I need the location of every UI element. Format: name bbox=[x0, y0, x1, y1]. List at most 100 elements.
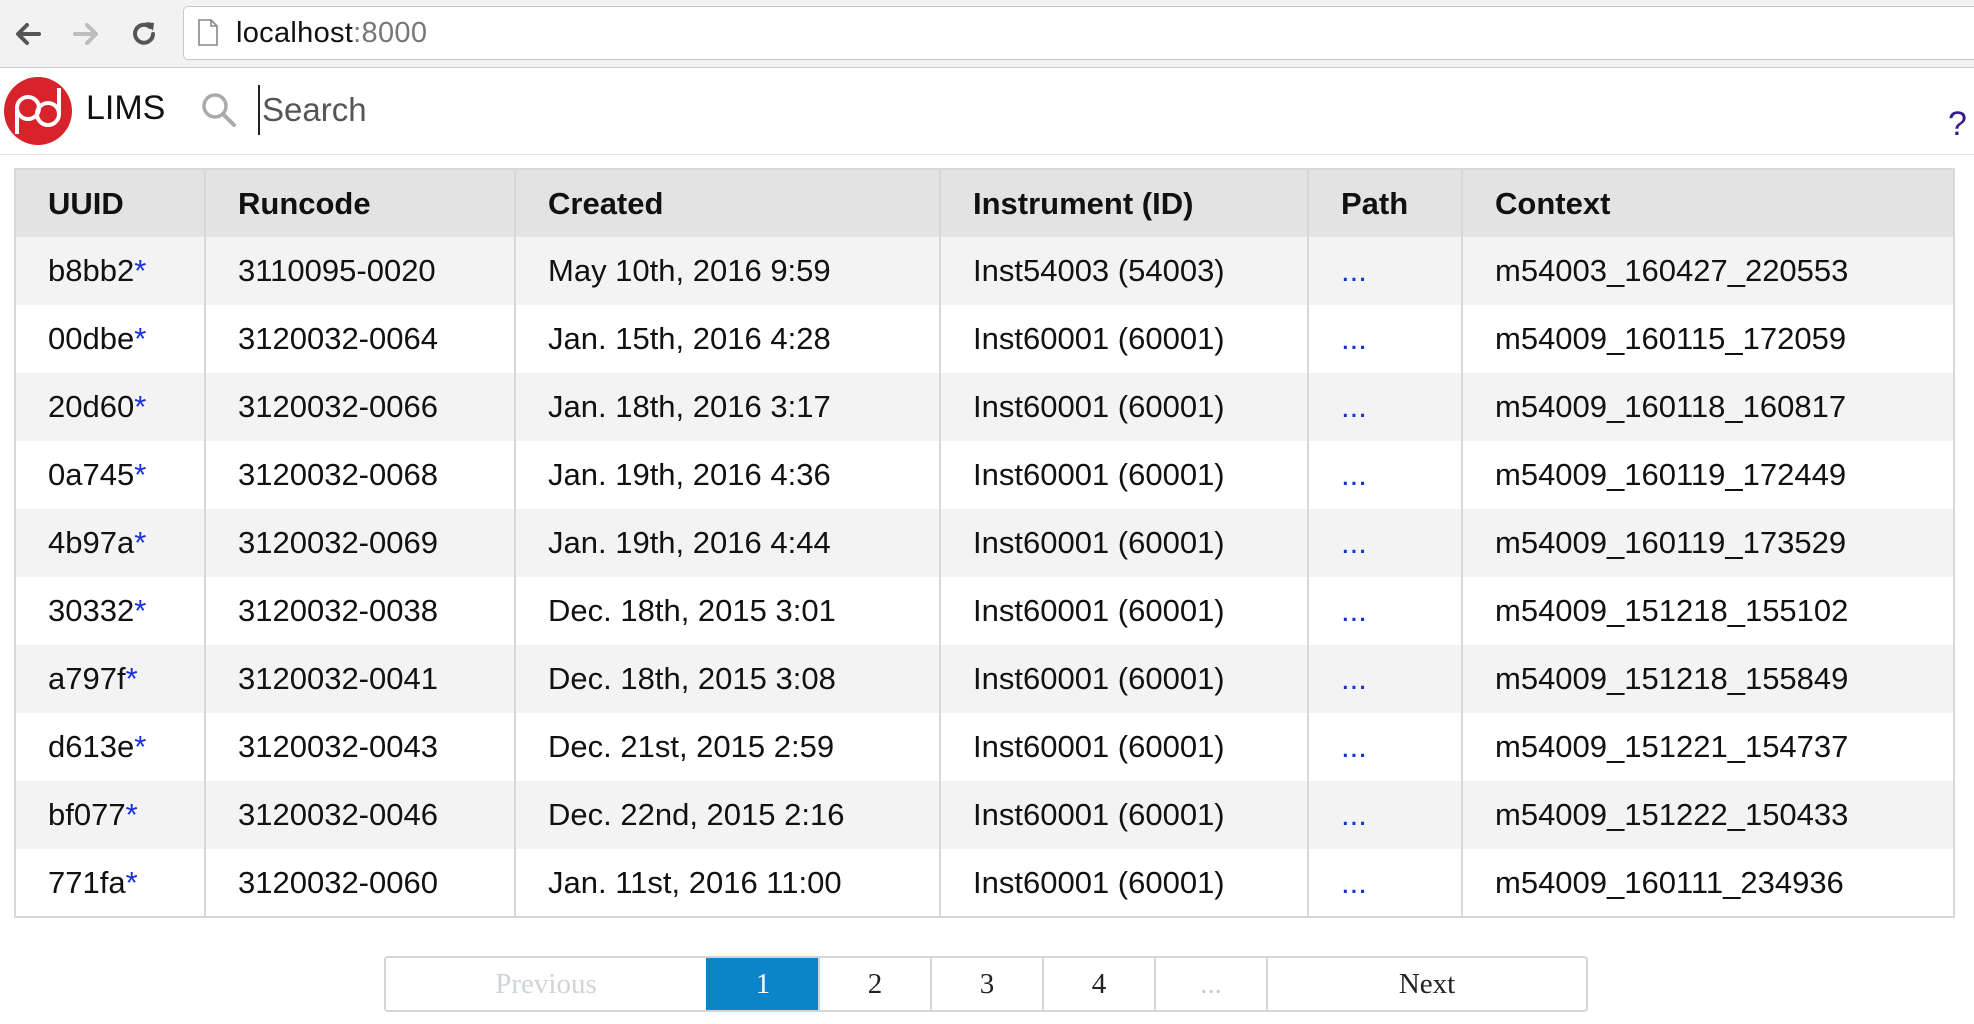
cell-created: Dec. 18th, 2015 3:01 bbox=[514, 577, 940, 645]
uuid-text: 20d60 bbox=[48, 389, 135, 424]
url-host: localhost bbox=[236, 17, 354, 49]
search-icon bbox=[202, 93, 236, 127]
cell-path: ... bbox=[1307, 713, 1462, 781]
cell-created: May 10th, 2016 9:59 bbox=[514, 237, 940, 305]
column-header-instrument[interactable]: Instrument (ID) bbox=[939, 169, 1308, 237]
path-link[interactable]: ... bbox=[1341, 253, 1367, 288]
path-link[interactable]: ... bbox=[1341, 321, 1367, 356]
cell-created: Jan. 19th, 2016 4:36 bbox=[514, 441, 940, 509]
path-link[interactable]: ... bbox=[1341, 865, 1367, 900]
cell-uuid: 00dbe* bbox=[15, 305, 205, 373]
table-row[interactable]: 20d60* 3120032-0066 Jan. 18th, 2016 3:17 In… bbox=[15, 373, 1954, 441]
page-1-button[interactable]: 1 bbox=[706, 958, 818, 1010]
next-page-button[interactable]: Next bbox=[1266, 958, 1586, 1010]
table-row[interactable]: 771fa* 3120032-0060 Jan. 11st, 2016 11:00 I… bbox=[15, 849, 1954, 917]
uuid-text: 30332 bbox=[48, 593, 135, 628]
path-link[interactable]: ... bbox=[1341, 729, 1367, 764]
column-header-path[interactable]: Path bbox=[1307, 169, 1462, 237]
forward-button[interactable] bbox=[64, 12, 108, 56]
cell-instrument: Inst60001 (60001) bbox=[939, 713, 1308, 781]
cell-runcode: 3120032-0069 bbox=[204, 509, 515, 577]
uuid-link-marker[interactable]: * bbox=[134, 729, 146, 764]
uuid-link-marker[interactable]: * bbox=[126, 797, 138, 832]
table-row[interactable]: 30332* 3120032-0038 Dec. 18th, 2015 3:01 In… bbox=[15, 577, 1954, 645]
cell-instrument: Inst60001 (60001) bbox=[939, 305, 1308, 373]
uuid-link-marker[interactable]: * bbox=[126, 661, 138, 696]
cell-uuid: bf077* bbox=[15, 781, 205, 849]
cell-path: ... bbox=[1307, 509, 1462, 577]
cell-uuid: b8bb2* bbox=[15, 237, 205, 305]
path-link[interactable]: ... bbox=[1341, 593, 1367, 628]
uuid-link-marker[interactable]: * bbox=[134, 389, 146, 424]
table-row[interactable]: 0a745* 3120032-0068 Jan. 19th, 2016 4:36 In… bbox=[15, 441, 1954, 509]
pb-logo-icon[interactable] bbox=[3, 76, 73, 146]
cell-runcode: 3120032-0041 bbox=[204, 645, 515, 713]
cell-context: m54009_160118_160817 bbox=[1461, 373, 1954, 441]
path-link[interactable]: ... bbox=[1341, 525, 1367, 560]
cell-uuid: 4b97a* bbox=[15, 509, 205, 577]
cell-created: Jan. 18th, 2016 3:17 bbox=[514, 373, 940, 441]
cell-created: Jan. 19th, 2016 4:44 bbox=[514, 509, 940, 577]
table-row[interactable]: a797f* 3120032-0041 Dec. 18th, 2015 3:08 In… bbox=[15, 645, 1954, 713]
uuid-link-marker[interactable]: * bbox=[134, 321, 146, 356]
cell-context: m54009_151218_155102 bbox=[1461, 577, 1954, 645]
path-link[interactable]: ... bbox=[1341, 797, 1367, 832]
path-link[interactable]: ... bbox=[1341, 457, 1367, 492]
column-header-uuid[interactable]: UUID bbox=[15, 169, 205, 237]
column-header-created[interactable]: Created bbox=[514, 169, 940, 237]
arrow-left-icon bbox=[16, 23, 41, 45]
cell-instrument: Inst60001 (60001) bbox=[939, 849, 1308, 917]
uuid-link-marker[interactable]: * bbox=[134, 525, 146, 560]
table-row[interactable]: d613e* 3120032-0043 Dec. 21st, 2015 2:59 In… bbox=[15, 713, 1954, 781]
uuid-text: d613e bbox=[48, 729, 135, 764]
url-text[interactable]: localhost:8000 bbox=[236, 17, 427, 50]
cell-context: m54009_151221_154737 bbox=[1461, 713, 1954, 781]
cell-path: ... bbox=[1307, 577, 1462, 645]
url-port: :8000 bbox=[353, 17, 428, 49]
app-name[interactable]: LIMS bbox=[86, 89, 165, 128]
uuid-link-marker[interactable]: * bbox=[134, 457, 146, 492]
cell-context: m54009_160111_234936 bbox=[1461, 849, 1954, 917]
uuid-link-marker[interactable]: * bbox=[134, 253, 146, 288]
uuid-link-marker[interactable]: * bbox=[126, 865, 138, 900]
path-link[interactable]: ... bbox=[1341, 389, 1367, 424]
address-bar[interactable]: localhost:8000 bbox=[183, 6, 1974, 60]
cell-context: m54009_160115_172059 bbox=[1461, 305, 1954, 373]
back-button[interactable] bbox=[6, 12, 50, 56]
page-2-button[interactable]: 2 bbox=[818, 958, 930, 1010]
uuid-text: a797f bbox=[48, 661, 126, 696]
column-header-context[interactable]: Context bbox=[1461, 169, 1954, 237]
table-body: b8bb2* 3110095-0020 May 10th, 2016 9:59 Ins… bbox=[15, 237, 1954, 917]
reload-button[interactable] bbox=[122, 12, 166, 56]
cell-runcode: 3120032-0038 bbox=[204, 577, 515, 645]
uuid-text: 0a745 bbox=[48, 457, 135, 492]
uuid-link-marker[interactable]: * bbox=[134, 593, 146, 628]
cell-context: m54009_151218_155849 bbox=[1461, 645, 1954, 713]
cell-path: ... bbox=[1307, 781, 1462, 849]
path-link[interactable]: ... bbox=[1341, 661, 1367, 696]
page-3-button[interactable]: 3 bbox=[930, 958, 1042, 1010]
cell-runcode: 3120032-0066 bbox=[204, 373, 515, 441]
search-input[interactable] bbox=[258, 85, 1158, 135]
page-4-button[interactable]: 4 bbox=[1042, 958, 1154, 1010]
cell-uuid: 30332* bbox=[15, 577, 205, 645]
cell-runcode: 3120032-0068 bbox=[204, 441, 515, 509]
table-row[interactable]: b8bb2* 3110095-0020 May 10th, 2016 9:59 Ins… bbox=[15, 237, 1954, 305]
pagination: Previous 1 2 3 4 ... Next bbox=[384, 956, 1588, 1012]
table-row[interactable]: 4b97a* 3120032-0069 Jan. 19th, 2016 4:44 In… bbox=[15, 509, 1954, 577]
cell-path: ... bbox=[1307, 441, 1462, 509]
help-icon[interactable]: ? bbox=[1948, 105, 1967, 144]
cell-runcode: 3120032-0046 bbox=[204, 781, 515, 849]
cell-path: ... bbox=[1307, 237, 1462, 305]
cell-uuid: 771fa* bbox=[15, 849, 205, 917]
previous-page-button[interactable]: Previous bbox=[386, 958, 706, 1010]
cell-instrument: Inst60001 (60001) bbox=[939, 781, 1308, 849]
column-header-runcode[interactable]: Runcode bbox=[204, 169, 515, 237]
runs-table-container: UUID Runcode Created Instrument (ID) Path Con… bbox=[14, 168, 1955, 918]
table-header-row: UUID Runcode Created Instrument (ID) Path Con… bbox=[15, 169, 1954, 237]
cell-instrument: Inst60001 (60001) bbox=[939, 645, 1308, 713]
cell-created: Dec. 18th, 2015 3:08 bbox=[514, 645, 940, 713]
table-row[interactable]: bf077* 3120032-0046 Dec. 22nd, 2015 2:16 In… bbox=[15, 781, 1954, 849]
cell-uuid: 0a745* bbox=[15, 441, 205, 509]
table-row[interactable]: 00dbe* 3120032-0064 Jan. 15th, 2016 4:28 In… bbox=[15, 305, 1954, 373]
